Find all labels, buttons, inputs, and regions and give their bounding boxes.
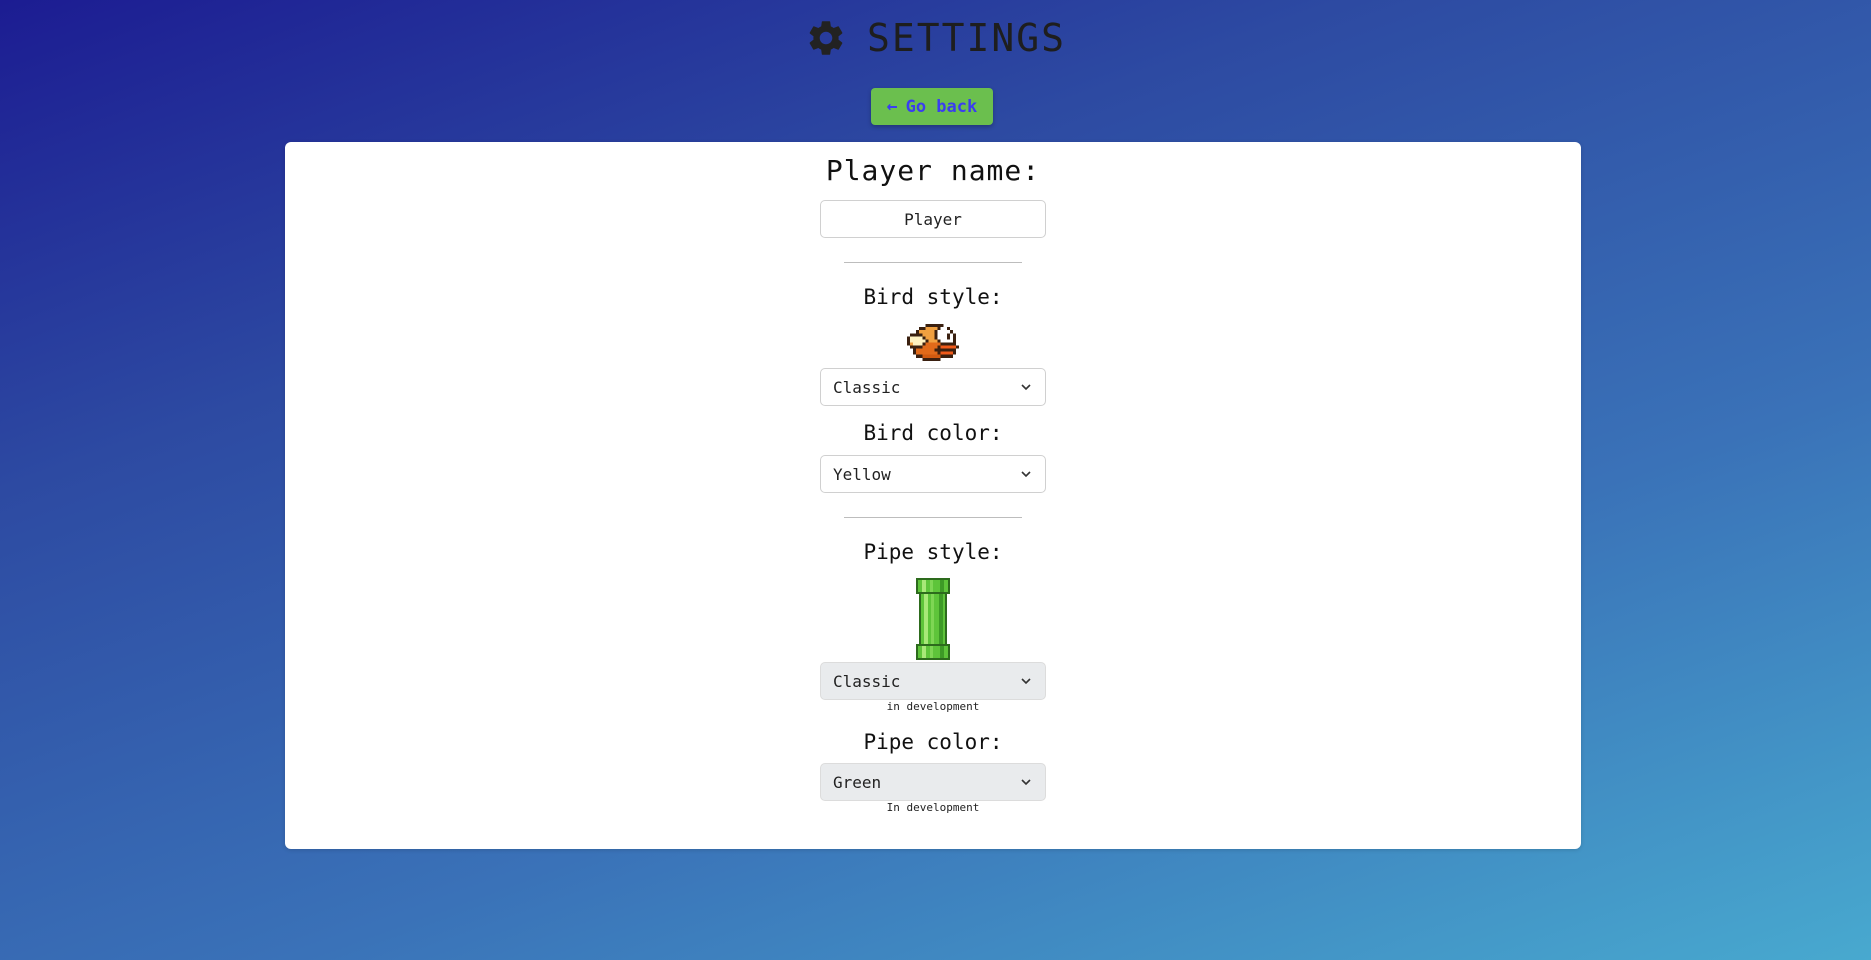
divider <box>844 517 1022 518</box>
settings-panel: Player name: Bird style: <box>285 142 1581 849</box>
bird-color-select[interactable]: Yellow <box>820 455 1046 493</box>
go-back-button[interactable]: ← Go back <box>871 88 993 125</box>
arrow-left-icon: ← <box>886 96 898 117</box>
chevron-down-icon <box>1021 471 1031 478</box>
pipe-color-value: Green <box>833 772 882 792</box>
pipe-style-label: Pipe style: <box>863 540 1003 564</box>
bird-color-label: Bird color: <box>863 421 1003 445</box>
divider <box>844 262 1022 263</box>
pipe-style-note: in development <box>886 700 980 713</box>
go-back-label: Go back <box>905 96 978 117</box>
pipe-color-note: In development <box>886 801 980 814</box>
pipe-color-select: Green <box>820 763 1046 801</box>
pipe-sprite <box>916 578 950 660</box>
chevron-down-icon <box>1021 678 1031 685</box>
pipe-style-value: Classic <box>833 671 901 691</box>
bird-style-label: Bird style: <box>863 285 1003 309</box>
chevron-down-icon <box>1021 779 1031 786</box>
player-name-label: Player name: <box>825 154 1041 187</box>
bird-style-value: Classic <box>833 377 901 397</box>
bird-style-select[interactable]: Classic <box>820 368 1046 406</box>
gear-icon <box>809 21 843 55</box>
page-header: SETTINGS <box>0 16 1871 60</box>
pipe-style-select: Classic <box>820 662 1046 700</box>
bird-color-value: Yellow <box>833 464 891 484</box>
player-name-input[interactable] <box>820 200 1046 238</box>
pipe-color-label: Pipe color: <box>863 730 1003 754</box>
page-title: SETTINGS <box>866 16 1067 60</box>
bird-sprite <box>907 324 959 361</box>
chevron-down-icon <box>1021 384 1031 391</box>
